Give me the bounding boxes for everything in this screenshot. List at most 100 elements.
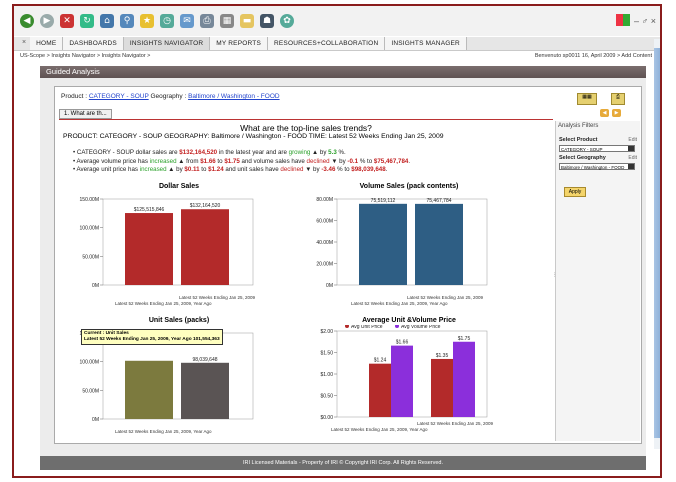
dollar-sales-tick-label: 100.00M (80, 226, 99, 232)
tooltip-line-2: Latest 52 Weeks Ending Jan 25, 2009, Yea… (84, 337, 220, 342)
insights-list: • CATEGORY - SOUP dollar sales are $132,… (73, 149, 410, 175)
chart-note-dollar-2: Latest 52 Weeks Ending Jan 25, 2009, Yea… (115, 301, 212, 306)
chart-note-unit-1: Latest 52 Weeks Ending Jan 25, 2009, Yea… (115, 429, 212, 434)
product-edit-link[interactable]: Edit (628, 137, 637, 143)
analysis-content: What are the top-line sales trends? PROD… (59, 121, 556, 441)
dollar-sales-bar-label: $132,164,520 (190, 203, 221, 209)
volume-sales-bar-label: 75,467,784 (426, 198, 451, 204)
tab-what-are[interactable]: 1. What are th... (59, 109, 112, 119)
favorites-icon[interactable]: ★ (140, 14, 154, 28)
folder-icon[interactable]: ▬ (240, 14, 254, 28)
chart-note-price-1: Latest 52 Weeks Ending Jan 25, 2009 (417, 421, 493, 426)
unit-sales-tick-label: 100.00M (80, 360, 99, 366)
main-nav: × Home Dashboards Insights Navigator My … (14, 37, 660, 51)
volume-sales-tick-label: 60.00M (316, 219, 333, 225)
tab-home[interactable]: Home (30, 37, 64, 50)
analysis-panel: Product : CATEGORY - SOUP Geography : Ba… (54, 86, 642, 444)
insight-volume: • Average volume price has increased ▲ f… (73, 157, 411, 165)
avg-price-tick-label: $2.00 (320, 329, 333, 335)
chart-avg-price: $2.00 $1.50 $1.00 $0.50 $0.00 $1.24 $1.35 Avg U… (320, 325, 488, 421)
tab-dashboards[interactable]: Dashboards (63, 37, 124, 50)
product-label: Product : (61, 93, 89, 100)
avg-price-bar (453, 341, 475, 417)
avg-price-tick-label: $1.50 (320, 351, 333, 357)
volume-sales-tick-label: 80.00M (316, 197, 333, 203)
geography-edit-link[interactable]: Edit (628, 155, 637, 161)
tab-insights-manager[interactable]: Insights Manager (385, 37, 467, 50)
search-icon[interactable]: ⚲ (120, 14, 134, 28)
browser-toolbar: ◀ ▶ ✕ ↻ ⌂ ⚲ ★ ◷ ✉ ⎙ ▦ ▬ ☗ ✿ – ♂ × (14, 6, 660, 36)
dollar-sales-tick-label: 150.00M (80, 197, 99, 203)
chart-volume-sales: 80.00M 60.00M 40.00M 20.00M 0M 75,519,112 75,4… (316, 197, 488, 289)
avg-price-bar-label: $1.24 (374, 358, 387, 364)
tab-underline (59, 119, 553, 120)
tab-my-reports[interactable]: My Reports (210, 37, 268, 50)
nav-close-icon[interactable]: × (22, 37, 26, 50)
tab-insights-navigator[interactable]: Insights Navigator (123, 37, 211, 50)
tab-resources-collaboration[interactable]: Resources+Collaboration (267, 37, 386, 50)
select-geography-label: Select Geography (559, 155, 606, 161)
volume-sales-bar (359, 203, 407, 285)
edit-icon[interactable]: ▦ (220, 14, 234, 28)
question-subtitle: PRODUCT: CATEGORY - SOUP GEOGRAPHY: Balt… (63, 133, 444, 140)
chart-note-price-2: Latest 52 Weeks Ending Jan 25, 2009, Yea… (331, 427, 428, 432)
avg-price-bar (391, 345, 413, 417)
avg-price-legend-swatch (345, 325, 349, 328)
next-arrow-icon[interactable]: ▶ (612, 109, 621, 117)
home-icon[interactable]: ⌂ (100, 14, 114, 28)
avg-price-bar-label: $1.75 (458, 336, 471, 342)
export-icon[interactable]: ▦▦ (577, 93, 597, 105)
question-title: What are the top-line sales trends? (240, 123, 372, 133)
select-product-label: Select Product (559, 137, 598, 143)
unit-sales-bar (125, 360, 173, 419)
insight-dollar: • CATEGORY - SOUP dollar sales are $132,… (73, 149, 346, 156)
chart-title-volume: Volume Sales (pack contents) (359, 183, 459, 190)
refresh-icon[interactable]: ↻ (80, 14, 94, 28)
unit-sales-tick-label: 0M (92, 417, 99, 423)
breadcrumb[interactable]: US-Scope > Insights Navigator > Insights… (20, 53, 150, 59)
back-icon[interactable]: ◀ (20, 14, 34, 28)
insight-unit: • Average unit price has increased ▲ by … (73, 166, 388, 173)
page-scrollbar-thumb[interactable] (654, 48, 660, 438)
breadcrumb-bar: US-Scope > Insights Navigator > Insights… (14, 52, 660, 62)
volume-sales-tick-label: 0M (326, 283, 333, 289)
avg-price-tick-label: $0.50 (320, 394, 333, 400)
forward-icon[interactable]: ▶ (40, 14, 54, 28)
footer: IRI Licensed Materials - Property of IRI… (40, 456, 646, 470)
analysis-filters-sidebar: Analysis Filters Select Product Edit CAT… (555, 121, 640, 441)
unit-sales-tooltip: Current : Unit Sales Latest 52 Weeks End… (81, 329, 223, 345)
dollar-sales-bar-label: $125,515,846 (134, 207, 165, 213)
volume-sales-bar-label: 75,519,112 (371, 198, 396, 204)
mail-icon[interactable]: ✉ (180, 14, 194, 28)
avg-price-legend-swatch (395, 325, 399, 328)
geography-select[interactable]: Baltimore / Washington - FOOD (559, 163, 635, 170)
avg-price-legend-label: Avg Unit Price (351, 325, 383, 330)
chart-note-dollar-1: Latest 52 Weeks Ending Jan 25, 2009 (179, 295, 255, 300)
chart-note-volume-1: Latest 52 Weeks Ending Jan 25, 2009 (407, 295, 483, 300)
user-info[interactable]: Benvenuto sp0011 16, April 2009 > Add Co… (535, 53, 652, 59)
avg-price-bar (369, 363, 391, 417)
print-icon[interactable]: ⎙ (200, 14, 214, 28)
geography-link[interactable]: Baltimore / Washington - FOOD (188, 93, 280, 100)
avg-price-bar-label: $1.35 (436, 353, 449, 359)
product-link[interactable]: CATEGORY - SOUP (89, 93, 149, 100)
avg-price-tick-label: $0.00 (320, 415, 333, 421)
chevron-down-icon[interactable] (628, 164, 634, 169)
discuss-icon[interactable]: ✿ (280, 14, 294, 28)
windows-logo-icon (616, 14, 630, 26)
dollar-sales-tick-label: 0M (92, 283, 99, 289)
print-report-icon[interactable]: ⎙ (611, 93, 625, 105)
stop-icon[interactable]: ✕ (60, 14, 74, 28)
chevron-down-icon[interactable] (628, 146, 634, 151)
chart-note-volume-2: Latest 52 Weeks Ending Jan 25, 2009, Yea… (351, 301, 448, 306)
avg-price-legend-label: Avg Volume Price (401, 325, 441, 330)
product-select[interactable]: CATEGORY - SOUP (559, 145, 635, 152)
avg-price-bar-label: $1.66 (396, 340, 409, 346)
avg-price-tick-label: $1.00 (320, 372, 333, 378)
history-icon[interactable]: ◷ (160, 14, 174, 28)
messenger-icon[interactable]: ☗ (260, 14, 274, 28)
apply-button[interactable]: Apply (564, 187, 586, 197)
chart-title-unit: Unit Sales (packs) (148, 317, 210, 324)
window-controls[interactable]: – ♂ × (634, 16, 656, 26)
prev-arrow-icon[interactable]: ◀ (600, 109, 609, 117)
